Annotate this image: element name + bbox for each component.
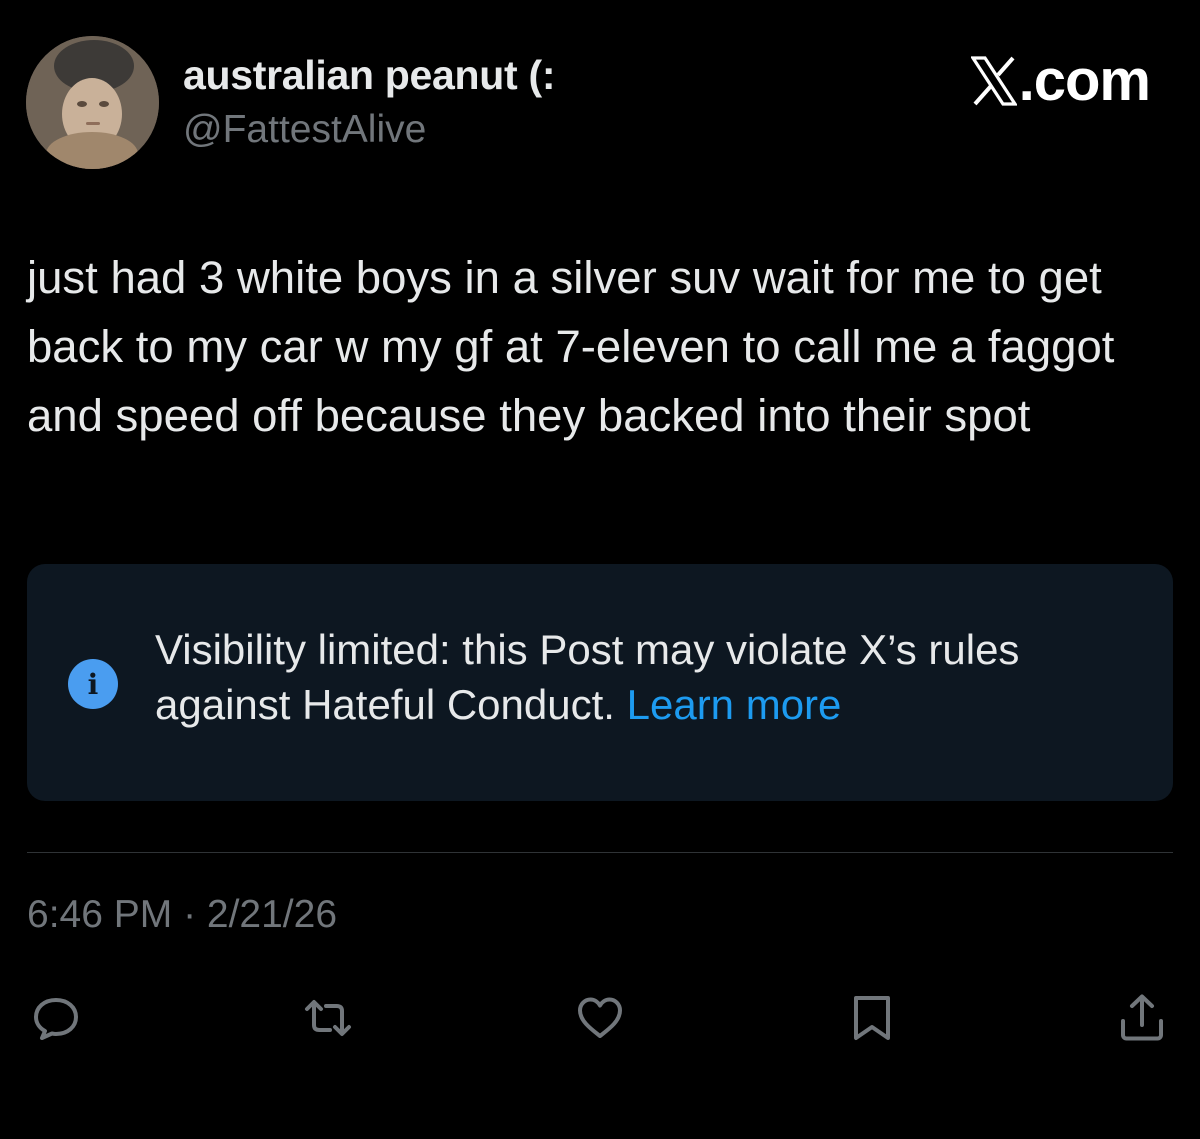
divider xyxy=(27,852,1173,853)
learn-more-link[interactable]: Learn more xyxy=(627,681,842,728)
brand-text: .com xyxy=(1018,48,1151,113)
post-text: just had 3 white boys in a silver suv wa… xyxy=(27,252,1115,441)
author-handle[interactable]: @FattestAlive xyxy=(183,108,426,152)
repost-icon xyxy=(305,1000,351,1036)
like-button[interactable] xyxy=(570,988,630,1048)
share-button[interactable] xyxy=(1112,988,1172,1048)
bookmark-icon xyxy=(854,996,890,1040)
info-icon: i xyxy=(68,659,118,709)
visibility-notice: i Visibility limited: this Post may viol… xyxy=(27,564,1173,801)
brand-watermark: .com xyxy=(970,48,1151,113)
reply-button[interactable] xyxy=(26,988,86,1048)
notice-message: Visibility limited: this Post may violat… xyxy=(155,622,1145,732)
repost-button[interactable] xyxy=(298,988,358,1048)
heart-icon xyxy=(578,997,622,1038)
reply-icon xyxy=(34,998,78,1040)
bookmark-button[interactable] xyxy=(842,988,902,1048)
share-icon xyxy=(1121,994,1163,1041)
author-display-name[interactable]: australian peanut (: xyxy=(183,52,555,99)
x-logo-icon xyxy=(970,56,1017,106)
avatar[interactable] xyxy=(26,36,159,169)
post-timestamp[interactable]: 6:46 PM · 2/21/26 xyxy=(27,893,337,937)
notice-message-text: Visibility limited: this Post may violat… xyxy=(155,626,1020,728)
